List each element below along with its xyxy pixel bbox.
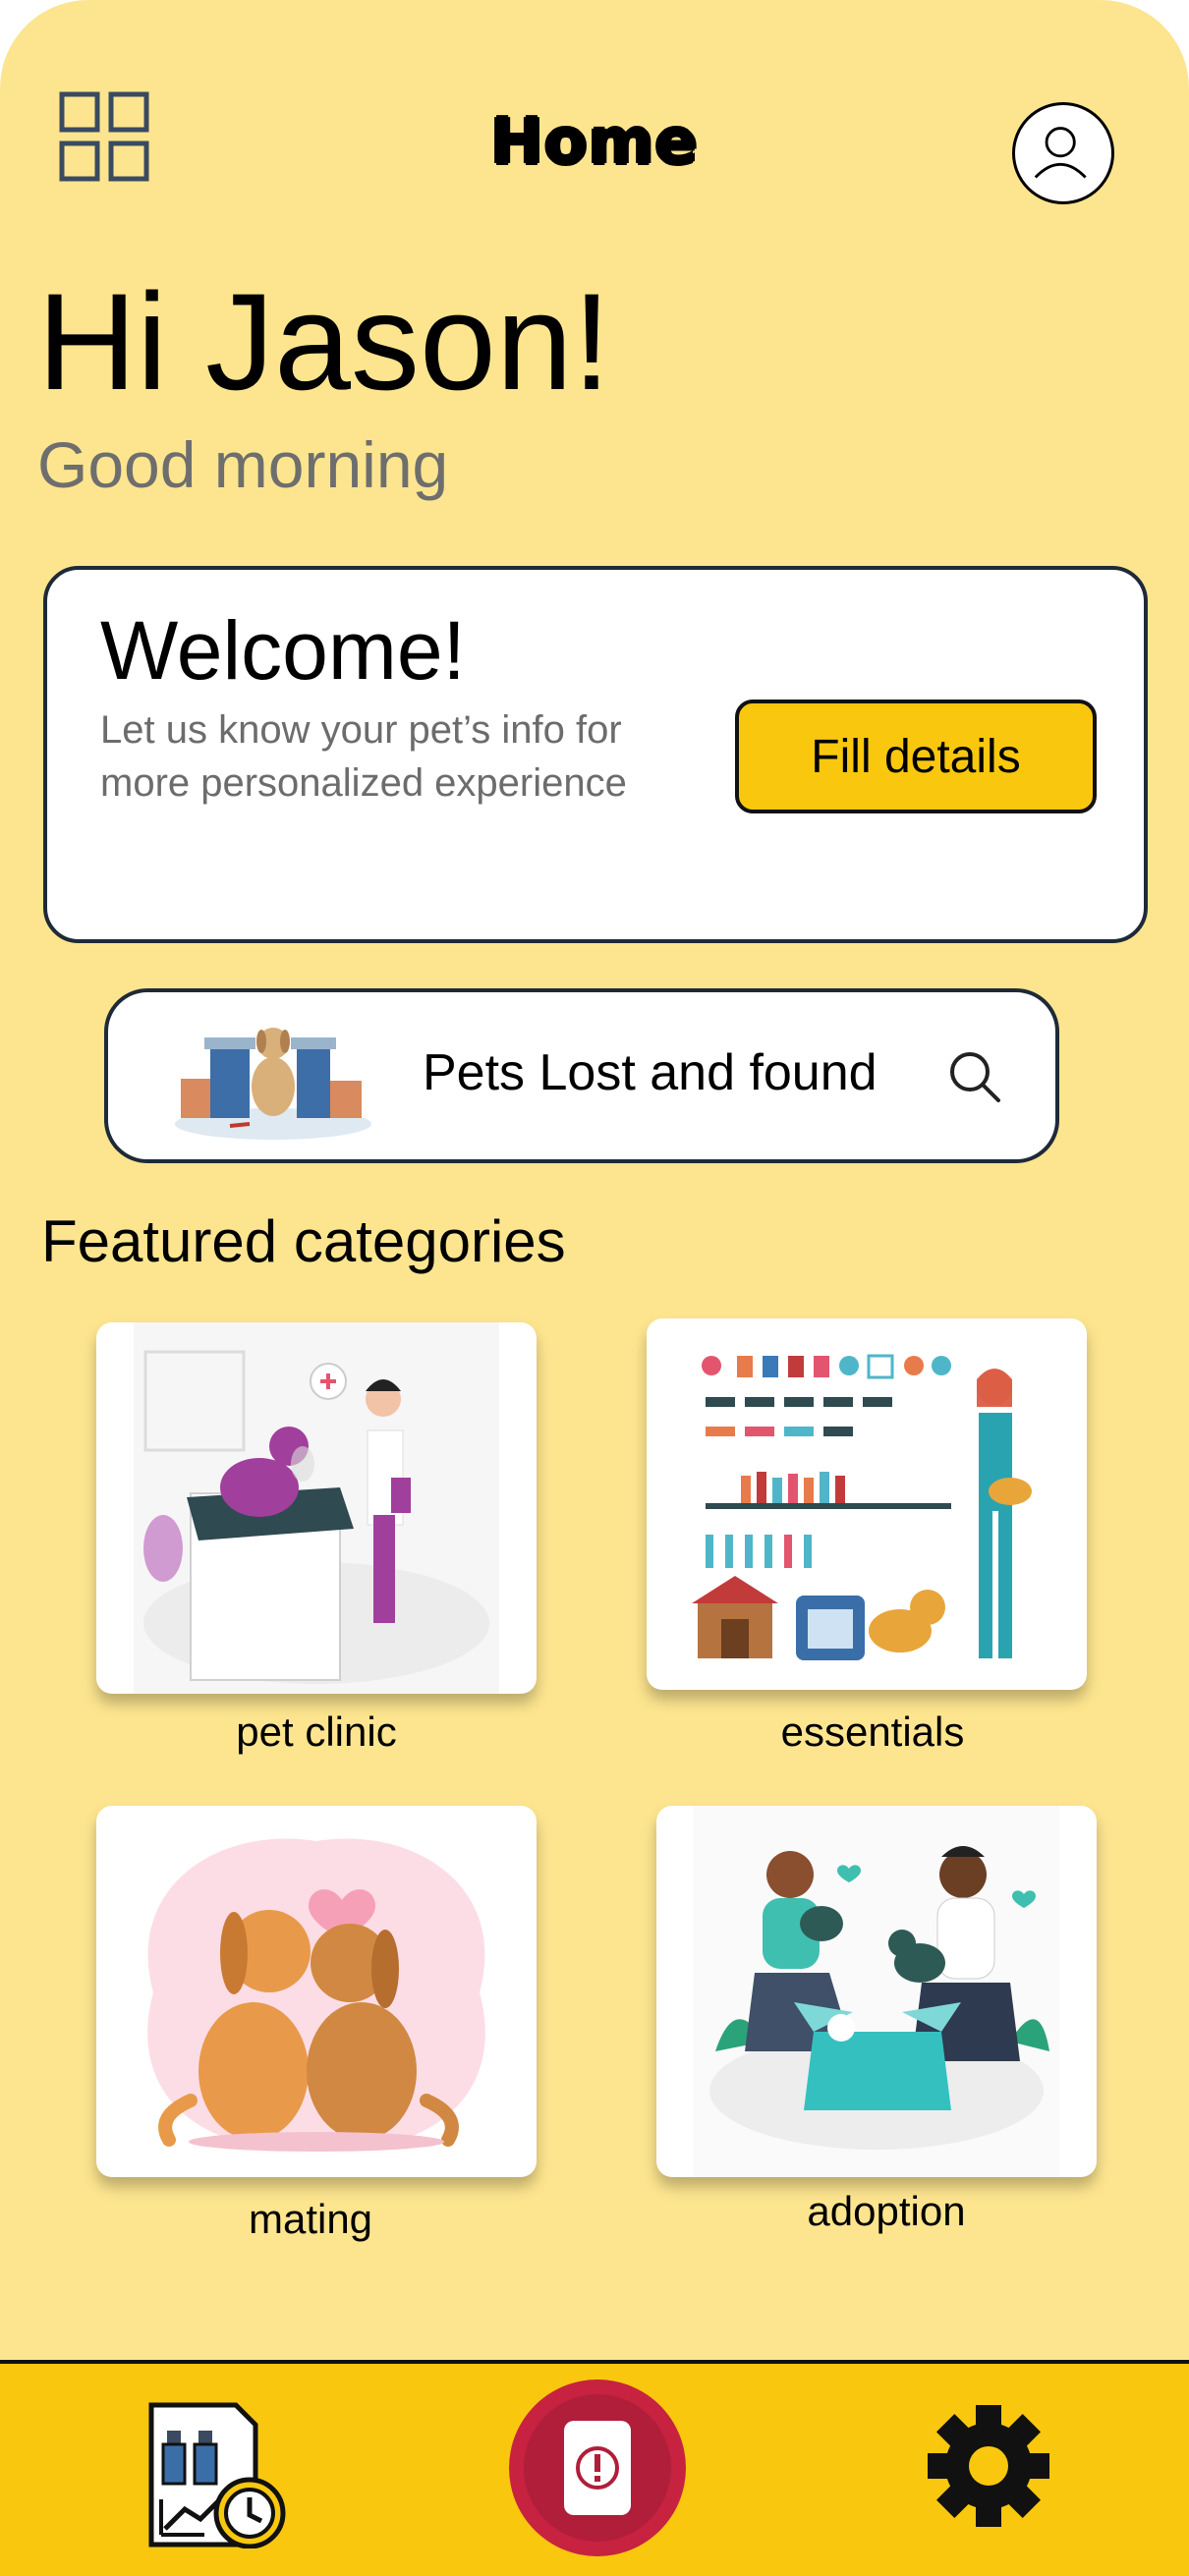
category-card-pet-clinic[interactable] (96, 1322, 537, 1694)
emergency-alert-icon (524, 2394, 671, 2542)
pet-store-illustration (686, 1338, 1047, 1670)
medical-records-icon[interactable] (145, 2401, 289, 2549)
category-label: pet clinic (236, 1708, 397, 1755)
category-card-essentials[interactable] (647, 1318, 1087, 1690)
welcome-title: Welcome! (100, 604, 466, 697)
page-title: Home (490, 106, 699, 179)
lost-found-search[interactable]: Pets Lost and found (104, 988, 1059, 1163)
category-label: mating (248, 2196, 373, 2242)
lost-found-label: Pets Lost and found (423, 1044, 878, 1101)
search-icon[interactable] (945, 1047, 1004, 1106)
bottom-navigation (0, 2360, 1189, 2576)
category-label: adoption (807, 2188, 966, 2234)
greeting-title: Hi Jason! (37, 264, 611, 419)
greeting-subtitle: Good morning (37, 428, 449, 501)
home-screen: Home Hi Jason! Good morning Welcome! Let… (0, 0, 1189, 2576)
pet-adoption-illustration (694, 1806, 1059, 2177)
gear-icon[interactable] (926, 2403, 1051, 2529)
user-icon (1034, 127, 1087, 179)
category-card-adoption[interactable] (656, 1806, 1097, 2177)
lost-pet-illustration (171, 1008, 375, 1146)
welcome-card: Welcome! Let us know your pet’s info for… (43, 566, 1148, 943)
category-card-mating[interactable] (96, 1806, 537, 2177)
welcome-description: Let us know your pet’s info for more per… (100, 708, 627, 805)
dogs-heart-illustration (134, 1806, 499, 2177)
emergency-alert-button[interactable] (509, 2380, 686, 2556)
vet-clinic-illustration (134, 1322, 499, 1694)
fill-details-button[interactable]: Fill details (735, 700, 1097, 813)
category-label: essentials (780, 1708, 965, 1755)
profile-button[interactable] (1012, 102, 1114, 204)
featured-categories-title: Featured categories (41, 1208, 566, 1274)
